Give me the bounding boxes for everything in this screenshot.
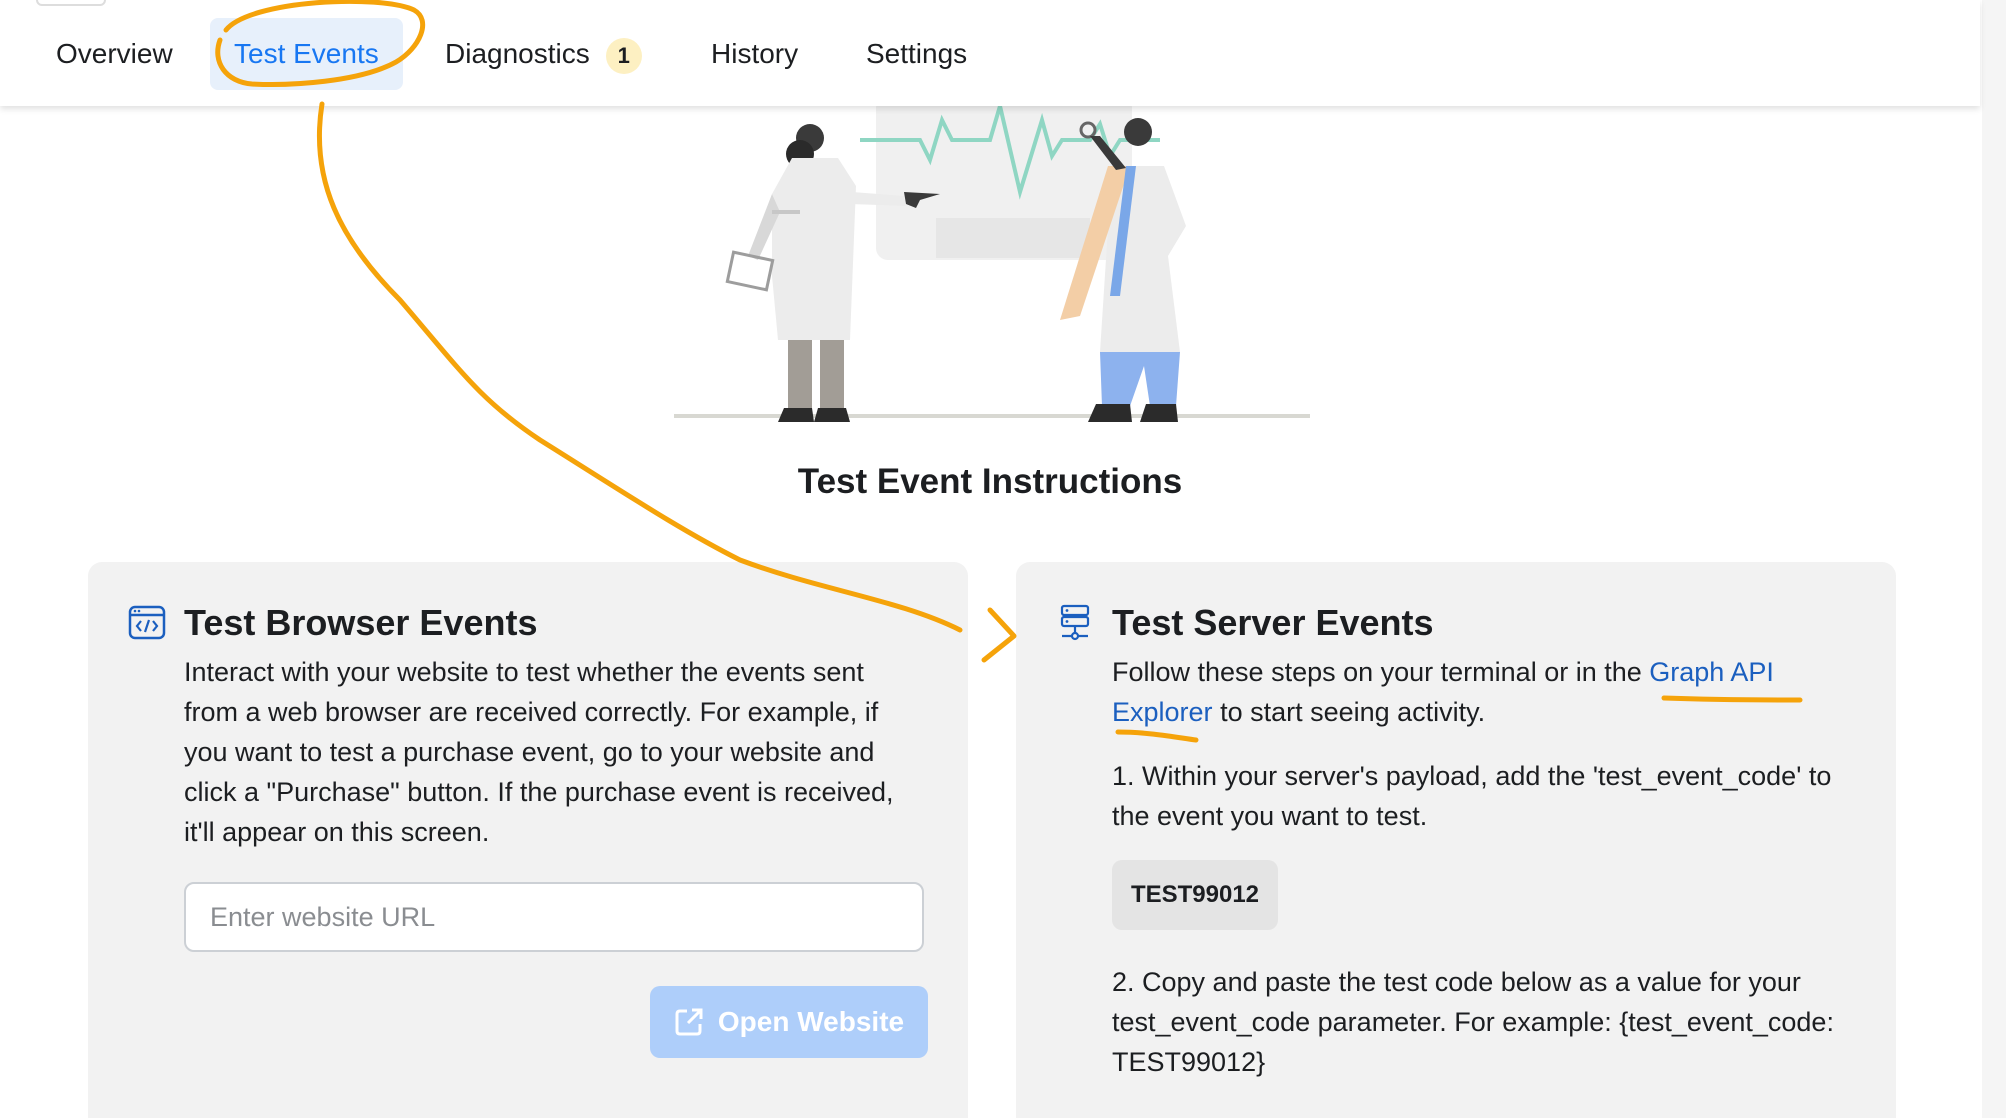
server-card-title: Test Server Events [1112,602,1434,643]
tab-test-events[interactable]: Test Events [210,18,403,90]
browser-card-line-3: you want to test a purchase event, go to… [184,737,875,767]
external-link-icon [675,1008,703,1036]
doctor-right-head [1124,118,1152,146]
server-intro-suffix: to start seeing activity. [1220,697,1486,727]
clipboard [725,250,775,292]
server-icon [1060,604,1090,641]
doctor-left-leg-2 [820,340,844,410]
open-website-button[interactable]: Open Website [650,986,928,1058]
step-1-line-1: 1. Within your server's payload, add the… [1112,761,1832,791]
test-code-chip[interactable]: TEST99012 [1112,860,1278,930]
browser-card-title: Test Browser Events [184,602,538,643]
diagnostics-count-badge: 1 [605,37,642,74]
browser-card-line-2: from a web browser are received correctl… [184,697,879,727]
arrow-head-annotation [981,607,1017,663]
website-url-input[interactable] [184,882,924,952]
header-stub [36,0,106,6]
server-intro-line-1: Follow these steps on your terminal or i… [1112,652,1774,692]
coat-pocket [772,210,800,214]
doctor-right-shoe-2 [1140,404,1178,422]
browser-card-line-5: it'll appear on this screen. [184,817,490,847]
doctors-illustration [674,96,1310,422]
doctor-left-shoe-1 [778,408,814,422]
doctor-left-leg-1 [788,340,812,410]
test-server-events-card: Test Server Events Follow these steps on… [1016,562,1896,1118]
step-2-line-2: test_event_code parameter. For example: … [1112,1007,1834,1037]
tab-history[interactable]: History [711,18,798,90]
doctor-right-shoe-1 [1088,404,1132,422]
step-1-line-2: the event you want to test. [1112,801,1428,831]
top-nav-bar: Overview Test Events Diagnostics 1 Histor… [0,0,1980,106]
code-window-icon [128,605,166,640]
test-browser-events-card: Test Browser Events Interact with your w… [88,562,968,1118]
step-2-line-1: 2. Copy and paste the test code below as… [1112,967,1801,997]
browser-card-line-4: click a "Purchase" button. If the purcha… [184,777,894,807]
tab-settings[interactable]: Settings [866,18,967,90]
step-2-line-3: TEST99012} [1112,1047,1266,1077]
doctor-right-pants [1100,352,1180,406]
server-intro-prefix: Follow these steps on your terminal or i… [1112,657,1642,687]
browser-card-line-1: Interact with your website to test wheth… [184,657,864,687]
graph-api-explorer-link-cont[interactable]: Explorer [1112,697,1213,727]
section-title: Test Event Instructions [797,462,1183,501]
graph-api-explorer-link[interactable]: Graph API [1649,657,1774,687]
monitor-panel [936,218,1090,258]
tab-overview[interactable]: Overview [56,18,173,90]
server-intro-line-2: Explorer to start seeing activity. [1112,692,1485,732]
doctor-left-coat [772,158,856,340]
tab-diagnostics[interactable]: Diagnostics 1 [445,18,642,90]
doctor-left-shoe-2 [814,408,850,422]
page-scroll-track[interactable] [1982,0,2006,1118]
tab-diagnostics-label: Diagnostics [445,38,590,69]
open-website-label: Open Website [717,1006,905,1037]
